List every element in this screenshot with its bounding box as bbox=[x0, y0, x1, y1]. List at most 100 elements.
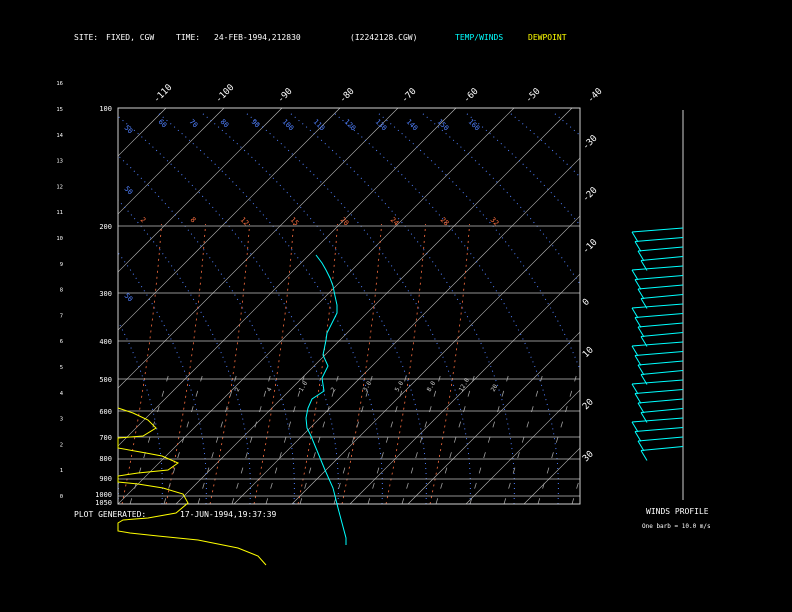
wind-barb-flag bbox=[634, 431, 642, 442]
wind-barb-staff bbox=[640, 370, 684, 375]
wind-barb-flag bbox=[634, 317, 642, 328]
temp-top-label: -50 bbox=[524, 87, 543, 106]
pressure-label: 600 bbox=[99, 408, 112, 416]
theta-label: 50 bbox=[123, 124, 135, 136]
pressure-label: 800 bbox=[99, 455, 112, 463]
isotherm-line bbox=[0, 108, 50, 504]
moist-adiabat bbox=[333, 375, 373, 504]
mixing-label: 2 bbox=[139, 216, 148, 225]
plot-area bbox=[0, 108, 792, 504]
theta-label: 140 bbox=[405, 118, 420, 133]
wind-barb-flag bbox=[634, 393, 642, 404]
temp-top-label: -80 bbox=[338, 87, 357, 106]
temp-top-label: -110 bbox=[152, 83, 174, 105]
dry-adiabat bbox=[244, 111, 471, 504]
theta-label: 80 bbox=[219, 118, 231, 130]
moist-adiabat bbox=[503, 375, 543, 504]
lower-label: 2 bbox=[330, 386, 338, 393]
wind-barb-staff bbox=[631, 417, 684, 423]
height-label: 15 bbox=[56, 107, 63, 113]
pressure-label: 1050 bbox=[95, 499, 112, 507]
wind-barb-staff bbox=[637, 284, 684, 290]
lower-label: 1.0 bbox=[298, 380, 310, 393]
wind-barb-staff bbox=[634, 427, 684, 432]
moist-adiabat bbox=[163, 375, 203, 504]
temp-top-label: -100 bbox=[214, 83, 236, 105]
height-label: 13 bbox=[56, 159, 63, 165]
plot-frame bbox=[117, 107, 581, 505]
pressure-label: 300 bbox=[99, 290, 112, 298]
temp-right-label: 10 bbox=[581, 345, 596, 360]
skewt-chart: 1002003004005006007008009001000105001234… bbox=[0, 81, 792, 566]
wind-barb-staff bbox=[640, 294, 684, 299]
pressure-label: 500 bbox=[99, 376, 112, 384]
theta-label: 60 bbox=[157, 118, 169, 130]
dry-adiabat bbox=[376, 111, 580, 372]
isotherm-line bbox=[465, 389, 580, 504]
wind-barb-staff bbox=[640, 408, 684, 413]
height-label: 5 bbox=[60, 365, 63, 371]
moist-adiabat bbox=[401, 375, 441, 504]
moist-adiabat bbox=[571, 475, 580, 504]
wind-barb-staff bbox=[640, 446, 684, 451]
wind-barb-flag bbox=[631, 231, 639, 243]
wind-barb-staff bbox=[631, 379, 684, 385]
height-label: 0 bbox=[60, 494, 63, 500]
wind-barb-flag bbox=[637, 402, 645, 414]
wind-barb-staff bbox=[634, 313, 684, 318]
theta-label: 100 bbox=[281, 118, 296, 133]
moist-adiabat bbox=[197, 375, 237, 504]
pressure-label: 900 bbox=[99, 475, 112, 483]
moist-adiabat bbox=[367, 375, 407, 504]
theta-label: 120 bbox=[343, 118, 358, 133]
height-label: 4 bbox=[60, 391, 64, 397]
moist-adiabat bbox=[231, 375, 271, 504]
dry-adiabat bbox=[118, 115, 339, 504]
wind-barb-staff bbox=[631, 265, 684, 271]
theta-label: 50 bbox=[123, 292, 135, 304]
height-label: 9 bbox=[60, 262, 63, 268]
isotherm-line bbox=[118, 108, 283, 273]
isotherm-line bbox=[118, 108, 167, 157]
height-label: 14 bbox=[56, 133, 63, 139]
wind-barb-staff bbox=[631, 227, 684, 233]
wind-barb-staff bbox=[637, 322, 684, 328]
wind-barb-flag bbox=[637, 364, 645, 376]
isotherm-line bbox=[582, 108, 792, 504]
wind-barb-flag bbox=[637, 326, 645, 338]
isotherm-line bbox=[407, 331, 580, 504]
temp-right-label: -10 bbox=[581, 238, 600, 257]
wind-barb-flag bbox=[631, 307, 639, 319]
dry-adiabat bbox=[288, 111, 515, 504]
wind-barb-flag bbox=[631, 269, 639, 281]
wind-barb-flag bbox=[637, 440, 645, 452]
wind-barb-staff bbox=[640, 332, 684, 337]
theta-label: 90 bbox=[250, 118, 262, 130]
dry-adiabat bbox=[420, 111, 580, 286]
temp-top-label: -70 bbox=[400, 87, 419, 106]
wind-barb-staff bbox=[637, 398, 684, 404]
moist-adiabat bbox=[435, 375, 475, 504]
dewpoint-line bbox=[117, 407, 267, 566]
wind-barb-flag bbox=[634, 241, 642, 252]
moist-adiabat bbox=[537, 375, 577, 504]
wind-barb-flag bbox=[631, 421, 639, 433]
temp-right-label: 0 bbox=[581, 297, 592, 308]
pressure-label: 100 bbox=[99, 105, 112, 113]
wind-barb-staff bbox=[637, 246, 684, 252]
wind-barb-flag bbox=[631, 345, 639, 357]
height-label: 10 bbox=[56, 236, 63, 242]
wind-barb-flag bbox=[637, 250, 645, 262]
wind-barb-staff bbox=[634, 351, 684, 356]
dry-adiabat bbox=[118, 199, 251, 504]
dry-adiabat bbox=[464, 111, 580, 226]
dry-adiabat bbox=[0, 112, 30, 504]
pressure-label: 200 bbox=[99, 223, 112, 231]
plot-generated-value: 17-JUN-1994,19:37:39 bbox=[180, 510, 277, 519]
dry-adiabat bbox=[0, 112, 74, 504]
isotherm-line bbox=[118, 108, 225, 215]
temp-top-label: -60 bbox=[462, 87, 481, 106]
wind-barb-flag bbox=[637, 288, 645, 300]
isotherm-line bbox=[118, 108, 341, 331]
isotherm-line bbox=[349, 273, 580, 504]
